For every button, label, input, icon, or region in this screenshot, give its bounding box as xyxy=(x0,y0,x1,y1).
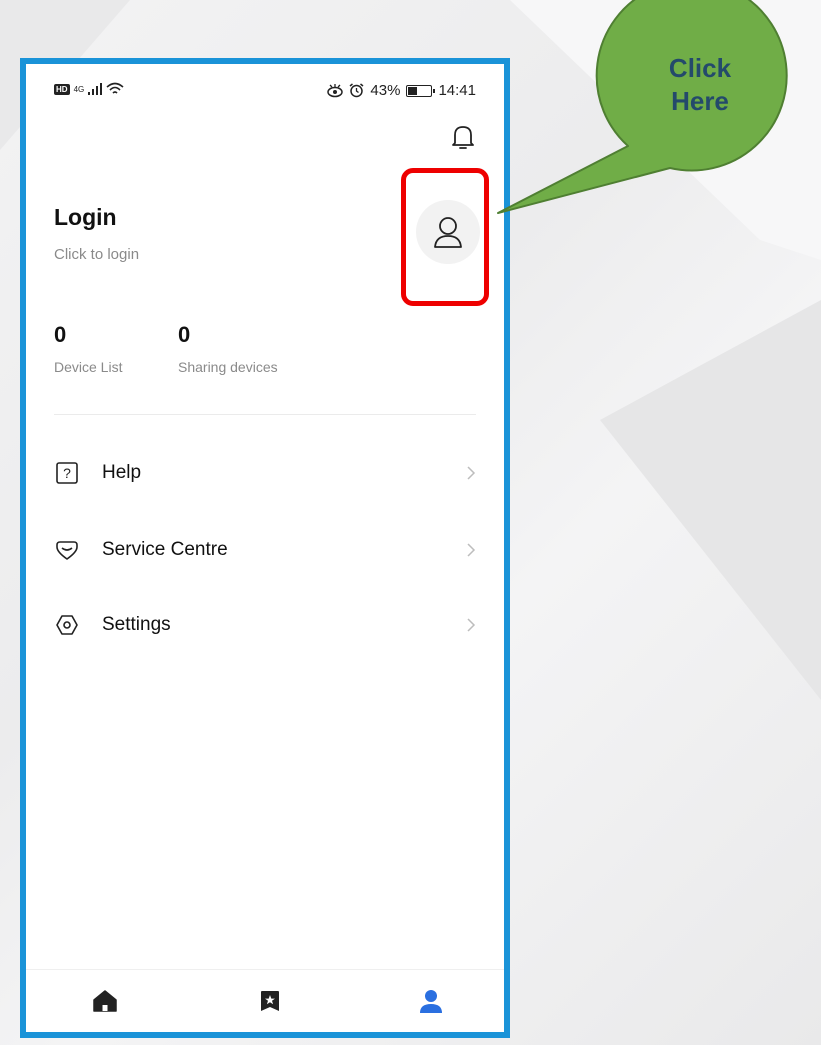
stat-device-list[interactable]: 0 Device List xyxy=(54,322,122,375)
status-bar-left: HD 4G xyxy=(54,82,124,96)
callout-text: Click Here xyxy=(640,52,760,119)
menu-item-label: Settings xyxy=(102,614,171,635)
bottom-tab-bar xyxy=(26,969,504,1032)
hd-icon: HD xyxy=(54,83,70,95)
battery-level-fill xyxy=(408,86,418,95)
menu-item-label: Help xyxy=(102,462,142,483)
chevron-right-icon xyxy=(467,543,476,557)
alarm-icon xyxy=(349,83,364,98)
chevron-right-icon xyxy=(467,618,476,632)
scene-icon xyxy=(261,991,279,1011)
stat-label: Device List xyxy=(54,359,123,375)
stat-sharing-devices[interactable]: 0 Sharing devices xyxy=(178,322,278,375)
callout-line-2: Here xyxy=(671,86,729,117)
home-icon xyxy=(93,990,117,1012)
login-title[interactable]: Login xyxy=(54,204,117,231)
menu-item-settings[interactable]: Settings xyxy=(54,605,476,645)
profile-icon xyxy=(420,990,442,1013)
stat-value: 0 xyxy=(54,322,67,347)
battery-icon xyxy=(406,84,436,97)
tab-home[interactable] xyxy=(90,986,120,1016)
tab-scenes[interactable] xyxy=(255,986,285,1016)
settings-icon xyxy=(54,612,80,638)
menu-item-label: Service Centre xyxy=(102,539,228,560)
callout-line-1: Click xyxy=(668,53,732,83)
section-divider xyxy=(54,414,476,415)
help-icon: ? xyxy=(54,460,80,486)
menu-item-help[interactable]: ? Help xyxy=(54,453,476,493)
status-bar-right: 43% 14:41 xyxy=(327,82,476,99)
tab-profile[interactable] xyxy=(416,986,446,1016)
battery-nub xyxy=(433,88,436,93)
bell-icon[interactable] xyxy=(450,122,476,152)
network-type: 4G xyxy=(73,84,85,94)
signal-icon xyxy=(88,83,103,95)
status-bar: HD 4G 43% 14:41 xyxy=(54,82,476,104)
service-icon xyxy=(54,537,80,563)
status-time: 14:41 xyxy=(438,82,476,99)
chevron-right-icon xyxy=(467,466,476,480)
phone-screenshot-frame: HD 4G 43% 14:41 Login Click to login 0 D… xyxy=(20,58,510,1038)
stat-label: Sharing devices xyxy=(178,359,278,375)
battery-percent: 43% xyxy=(370,82,401,99)
avatar-highlight-box xyxy=(401,168,489,306)
eye-icon xyxy=(327,83,344,97)
login-subtitle[interactable]: Click to login xyxy=(54,246,139,263)
wifi-icon xyxy=(106,82,124,94)
menu-item-service-centre[interactable]: Service Centre xyxy=(54,530,476,570)
svg-text:?: ? xyxy=(63,465,71,481)
stat-value: 0 xyxy=(178,322,191,347)
profile-screen: HD 4G 43% 14:41 Login Click to login 0 D… xyxy=(26,64,504,1032)
